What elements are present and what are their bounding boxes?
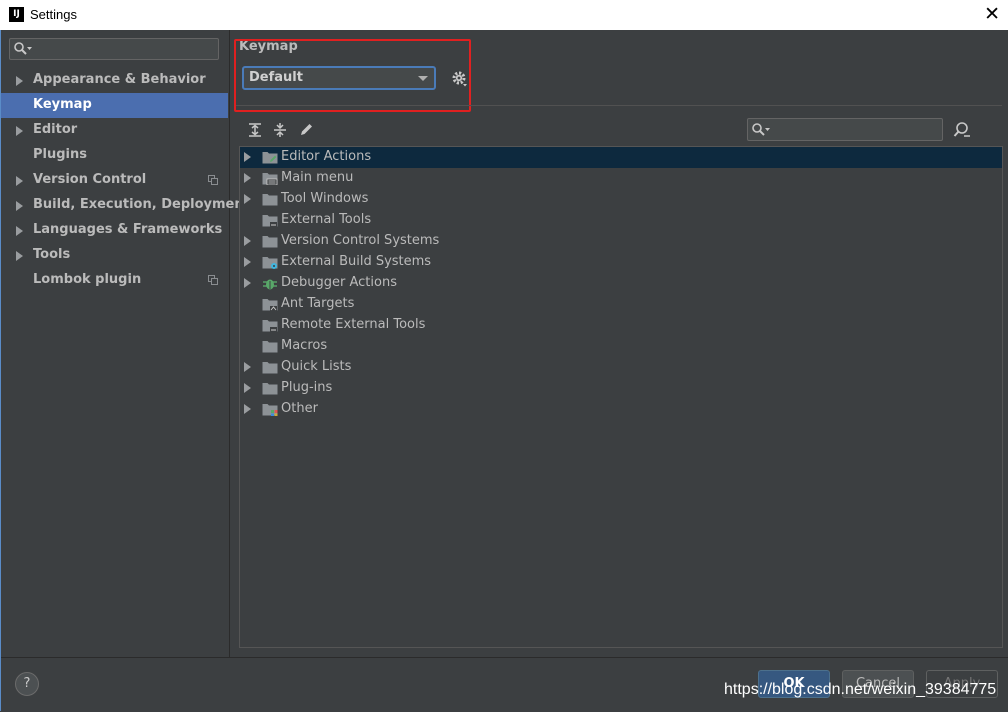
settings-search-input[interactable] — [9, 38, 219, 60]
sidebar-item-lombok-plugin[interactable]: Lombok plugin — [1, 268, 228, 293]
close-icon[interactable]: ✕ — [984, 3, 1000, 26]
sidebar-item-build-execution-deployment[interactable]: Build, Execution, Deployment — [1, 193, 250, 218]
folder-tools-icon — [262, 320, 278, 332]
folder-icon — [262, 362, 278, 374]
keymap-action-tree: Editor Actions Main menu Tool Windows Exter… — [239, 146, 1003, 648]
chevron-right-icon[interactable] — [16, 126, 23, 136]
title-bar: IJ Settings ✕ — [0, 0, 1008, 30]
tree-row[interactable]: Quick Lists — [240, 357, 1002, 378]
chevron-right-icon[interactable] — [16, 251, 23, 261]
intellij-app-icon: IJ — [9, 7, 24, 22]
tree-row-label: Tool Windows — [281, 191, 369, 206]
folder-icon — [262, 341, 278, 353]
settings-sidebar: Appearance & Behavior Keymap Editor Plugins… — [1, 30, 250, 657]
chevron-right-icon[interactable] — [244, 383, 251, 393]
tree-row[interactable]: Ant Targets — [240, 294, 1002, 315]
folder-icon — [262, 194, 278, 206]
window-title: Settings — [30, 7, 77, 22]
tree-row-label: Editor Actions — [281, 149, 372, 164]
tree-row-label: Quick Lists — [281, 359, 352, 374]
tree-row[interactable]: Macros — [240, 336, 1002, 357]
tree-row-label: Other — [281, 401, 318, 416]
help-button[interactable]: ? — [15, 672, 39, 696]
tree-row[interactable]: Remote External Tools — [240, 315, 1002, 336]
tree-row-label: Plug-ins — [281, 380, 333, 395]
sidebar-item-keymap[interactable]: Keymap — [1, 93, 228, 118]
sidebar-item-label: Editor — [33, 122, 78, 137]
tree-row-label: Version Control Systems — [281, 233, 440, 248]
sidebar-item-version-control[interactable]: Version Control — [1, 168, 228, 193]
sidebar-item-label: Plugins — [33, 147, 87, 162]
debugger-bug-icon — [263, 279, 277, 290]
folder-menu-icon — [262, 173, 278, 185]
chevron-right-icon[interactable] — [244, 194, 251, 204]
search-icon — [752, 123, 770, 136]
tree-row-label: Debugger Actions — [281, 275, 397, 290]
divider — [236, 105, 1002, 106]
tree-row-label: Macros — [281, 338, 328, 353]
tree-row[interactable]: Main menu — [240, 168, 1002, 189]
folder-icon — [262, 236, 278, 248]
tree-row[interactable]: Plug-ins — [240, 378, 1002, 399]
tree-row[interactable]: Debugger Actions — [240, 273, 1002, 294]
sidebar-item-appearance-behavior[interactable]: Appearance & Behavior — [1, 68, 228, 93]
find-by-shortcut-icon[interactable] — [953, 121, 971, 139]
tree-row-label: Ant Targets — [281, 296, 355, 311]
chevron-right-icon[interactable] — [16, 226, 23, 236]
folder-build-icon — [262, 257, 278, 269]
sidebar-item-label: Appearance & Behavior — [33, 72, 206, 87]
watermark-text: https://blog.csdn.net/weixin_39384775 — [724, 681, 997, 698]
collapse-all-icon[interactable] — [272, 122, 288, 138]
folder-editor-icon — [262, 152, 278, 164]
tree-row-label: Remote External Tools — [281, 317, 426, 332]
sidebar-item-plugins[interactable]: Plugins — [1, 143, 228, 168]
chevron-right-icon[interactable] — [244, 173, 251, 183]
search-icon — [14, 42, 32, 55]
keymap-search-input[interactable] — [747, 118, 943, 141]
sidebar-item-label: Keymap — [33, 97, 92, 112]
project-settings-icon — [208, 175, 218, 185]
chevron-right-icon[interactable] — [244, 278, 251, 288]
annotation-highlight-box — [234, 39, 471, 112]
tree-row[interactable]: External Tools — [240, 210, 1002, 231]
project-settings-icon — [208, 275, 218, 285]
tree-row[interactable]: Version Control Systems — [240, 231, 1002, 252]
chevron-right-icon[interactable] — [244, 152, 251, 162]
sidebar-item-label: Version Control — [33, 172, 147, 187]
sidebar-item-editor[interactable]: Editor — [1, 118, 228, 143]
sidebar-item-label: Build, Execution, Deployment — [33, 197, 250, 212]
sidebar-item-languages-frameworks[interactable]: Languages & Frameworks — [1, 218, 228, 243]
sidebar-item-label: Tools — [33, 247, 71, 262]
folder-ant-icon — [262, 299, 278, 311]
sidebar-item-tools[interactable]: Tools — [1, 243, 228, 268]
tree-row[interactable]: External Build Systems — [240, 252, 1002, 273]
chevron-right-icon[interactable] — [16, 176, 23, 186]
folder-other-icon — [262, 404, 278, 416]
chevron-right-icon[interactable] — [244, 404, 251, 414]
tree-row[interactable]: Editor Actions — [240, 147, 1002, 168]
folder-tools-icon — [262, 215, 278, 227]
chevron-right-icon[interactable] — [244, 236, 251, 246]
tree-row[interactable]: Other — [240, 399, 1002, 420]
tree-row-label: Main menu — [281, 170, 354, 185]
expand-all-icon[interactable] — [247, 122, 263, 138]
tree-row-label: External Tools — [281, 212, 372, 227]
folder-icon — [262, 383, 278, 395]
keymap-panel: Keymap Default Editor Actions Main menu … — [230, 30, 1008, 657]
chevron-right-icon[interactable] — [16, 201, 23, 211]
edit-pencil-icon[interactable] — [298, 122, 314, 138]
chevron-right-icon[interactable] — [244, 362, 251, 372]
tree-row-label: External Build Systems — [281, 254, 432, 269]
tree-row[interactable]: Tool Windows — [240, 189, 1002, 210]
chevron-right-icon[interactable] — [16, 76, 23, 86]
sidebar-item-label: Languages & Frameworks — [33, 222, 223, 237]
sidebar-item-label: Lombok plugin — [33, 272, 142, 287]
chevron-right-icon[interactable] — [244, 257, 251, 267]
